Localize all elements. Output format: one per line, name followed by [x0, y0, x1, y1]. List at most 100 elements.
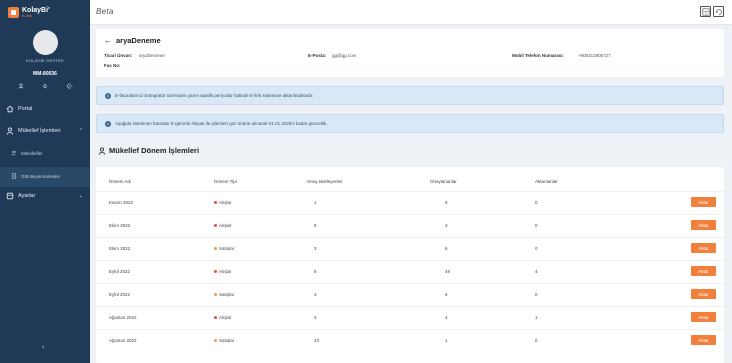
period-name: Eylül 2022 [109, 269, 131, 274]
column-header: Aktarılanlar [535, 179, 558, 184]
sidebar-item-label: GİB Beyannameleri [21, 173, 61, 179]
sidebar-item-label: Portal [18, 106, 33, 112]
transfer-button[interactable]: Aktar [691, 266, 716, 276]
pending-count: 8 [314, 269, 317, 274]
sidebar-item-settings[interactable]: Ayarlar ⌄ [0, 192, 90, 200]
table-row: Eylül 2022 Satışlar 3 6 0 Aktar [96, 283, 724, 306]
taxpayer-name: aryaDeneme [116, 36, 161, 45]
refresh-icon[interactable] [713, 6, 724, 17]
people-icon [11, 150, 17, 156]
period-type: Alışlar [214, 200, 232, 205]
settings-box-icon [6, 192, 14, 200]
transferred-count: 0 [535, 223, 538, 228]
period-type: Satışlar [214, 338, 234, 343]
transfer-button[interactable]: Aktar [691, 289, 716, 299]
logo-subtext: E-link [22, 13, 33, 18]
approved-count: 4 [445, 315, 448, 320]
sidebar-item-taxpayer-ops[interactable]: Mükellef İşlemleri ⌃ [0, 127, 90, 135]
pending-count: 3 [314, 315, 317, 320]
transfer-button[interactable]: Aktar [691, 220, 716, 230]
approved-count: 3 [445, 223, 448, 228]
transfer-button[interactable]: Aktar [691, 197, 716, 207]
column-header: Onay Bekleyenler [307, 179, 343, 184]
avatar[interactable] [33, 30, 58, 55]
sidebar-item-label: Mükellefler [21, 150, 43, 156]
transferred-count: 0 [535, 292, 538, 297]
home-icon [6, 105, 14, 113]
email-label: E-Posta: [308, 53, 327, 58]
column-header: Dönem Tipi [214, 179, 237, 184]
sidebar-item-gib-declarations[interactable]: GİB Beyannameleri [0, 173, 90, 179]
type-dot [214, 247, 217, 251]
info-alert-update: i Aşağıda listelenen faturalar E-gümrük … [96, 114, 724, 133]
period-name: Ekim 2022 [109, 246, 131, 251]
period-type: Satışlar [214, 246, 234, 251]
phone-label: Mobil Telefon Numarası: [512, 53, 564, 58]
logout-icon[interactable] [66, 82, 73, 89]
notification-icon[interactable] [42, 82, 49, 89]
back-arrow-icon[interactable]: ← [104, 36, 112, 45]
transferred-count: 0 [535, 246, 538, 251]
sidebar-item-label: Ayarlar [18, 193, 36, 199]
transfer-button[interactable]: Aktar [691, 312, 716, 322]
table-row: Kasım 2022 Alışlar 1 8 0 Aktar [96, 191, 724, 214]
section-title: Mükellef Dönem İşlemleri [98, 146, 199, 155]
sidebar-item-taxpayers[interactable]: Mükellefler [0, 150, 90, 156]
table-row: Ağustos 2022 Alışlar 3 4 1 Aktar [96, 306, 724, 329]
column-header: Dönem Adı [109, 179, 132, 184]
transfer-button[interactable]: Aktar [691, 243, 716, 253]
pending-count: 43 [314, 338, 320, 343]
alert-text: E-faturalarınız Entegratör üzerinden yar… [115, 93, 314, 98]
transfer-button[interactable]: Aktar [691, 335, 716, 345]
alert-text: Aşağıda listelenen faturalar E-gümrük ih… [115, 121, 328, 126]
period-type: Alışlar [214, 223, 232, 228]
period-name: Kasım 2022 [109, 200, 134, 205]
chevron-down-icon: ⌄ [78, 193, 83, 199]
table-row: Eylül 2022 Alışlar 8 49 4 Aktar [96, 260, 724, 283]
type-dot [214, 201, 217, 205]
logo-icon [8, 7, 19, 18]
type-dot [214, 224, 217, 228]
type-dot [214, 339, 217, 343]
column-header: Onaylananlar [430, 179, 457, 184]
fax-label: Fax No: [104, 63, 121, 68]
document-icon [11, 173, 17, 179]
env-label: Beta [96, 7, 114, 16]
info-icon: i [105, 92, 111, 99]
period-type: Alışlar [214, 315, 232, 320]
info-alert-sync: i E-faturalarınız Entegratör üzerinden y… [96, 86, 724, 105]
main-content: ← aryaDeneme Ticari Ünvan: aryaDeneme Fa… [90, 25, 732, 363]
period-table: Dönem Adı Dönem Tipi Onay Bekleyenler On… [96, 167, 724, 363]
brand[interactable]: KolayBi' E-link [0, 0, 90, 25]
type-dot [214, 293, 217, 297]
info-icon: i [105, 120, 111, 127]
transferred-count: 4 [535, 269, 538, 274]
table-row: Ekim 2022 Alışlar 8 3 0 Aktar [96, 214, 724, 237]
user-name: KOLAYBİ DESTEK [25, 58, 65, 63]
calculator-icon[interactable] [700, 6, 711, 17]
table-row: Ekim 2022 Satışlar 3 6 0 Aktar [96, 237, 724, 260]
pending-count: 1 [314, 200, 317, 205]
person-icon [98, 147, 106, 155]
user-icon[interactable] [17, 82, 24, 89]
transferred-count: 1 [535, 315, 538, 320]
period-type: Satışlar [214, 292, 234, 297]
section-title-text: Mükellef Dönem İşlemleri [109, 146, 200, 155]
pending-count: 8 [314, 223, 317, 228]
period-type: Alışlar [214, 269, 232, 274]
top-bar: KolayBi' E-link Beta [0, 0, 732, 25]
sidebar-item-label: Mükellef İşlemleri [18, 128, 61, 134]
sidebar-item-portal[interactable]: Portal [0, 105, 90, 113]
transferred-count: 0 [535, 200, 538, 205]
period-name: Eylül 2022 [109, 292, 131, 297]
transferred-count: 0 [535, 338, 538, 343]
approved-count: 8 [445, 200, 448, 205]
period-name: Ağustos 2022 [109, 315, 137, 320]
user-code: MM-80036 [33, 71, 57, 77]
type-dot [214, 316, 217, 320]
period-name: Ağustos 2022 [109, 338, 137, 343]
chevron-up-icon: ⌃ [78, 128, 83, 134]
top-actions [700, 6, 724, 17]
collapse-sidebar-icon[interactable]: ‹ [42, 344, 44, 351]
taxpayer-header-card: ← aryaDeneme Ticari Ünvan: aryaDeneme Fa… [96, 29, 724, 77]
